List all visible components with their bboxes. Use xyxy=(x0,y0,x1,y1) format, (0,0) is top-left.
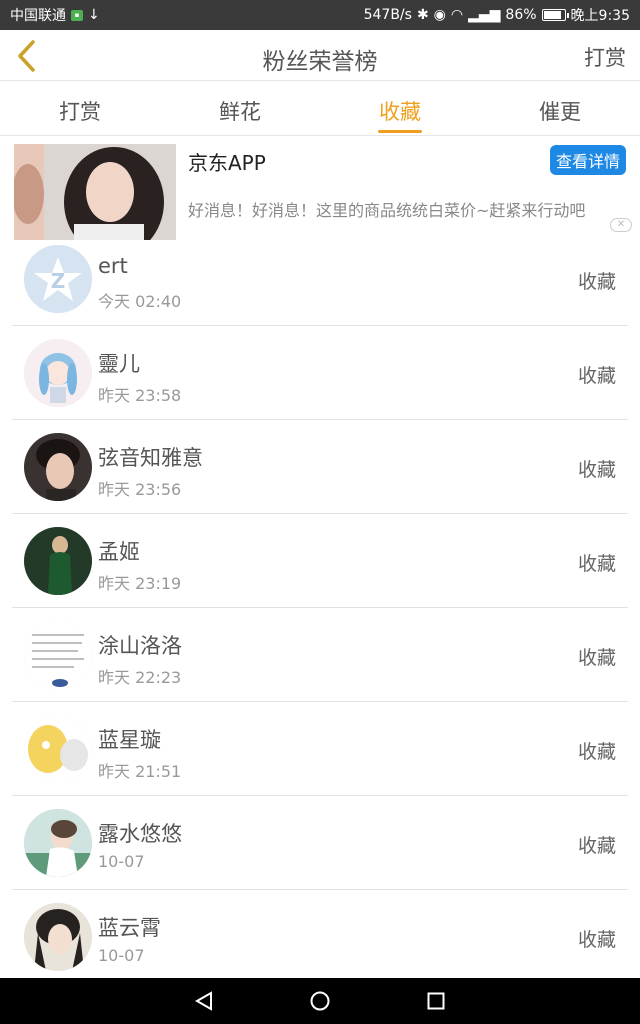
avatar xyxy=(24,527,92,595)
nav-back-button[interactable] xyxy=(191,988,217,1014)
download-icon: ↓ xyxy=(88,7,100,23)
triangle-back-icon xyxy=(194,991,212,1011)
sim-icon: ▪ xyxy=(71,9,83,21)
avatar xyxy=(24,339,92,407)
ad-title: 京东APP xyxy=(188,151,266,175)
fan-action: 收藏 xyxy=(577,741,616,763)
avatar xyxy=(24,809,92,877)
fan-time: 昨天 21:51 xyxy=(98,762,182,781)
ad-description: 好消息！好消息！这里的商品统统白菜价~赶紧来行动吧 xyxy=(188,201,586,220)
fan-action: 收藏 xyxy=(577,835,616,857)
fan-action: 收藏 xyxy=(577,365,616,387)
avatar xyxy=(24,903,92,971)
ad-image xyxy=(14,144,176,240)
avatar: Z xyxy=(24,245,92,313)
fan-time: 10-07 xyxy=(98,946,145,965)
avatar xyxy=(24,715,92,783)
list-item[interactable]: 蓝云霄 10-07 收藏 xyxy=(12,890,628,984)
app-header: 粉丝荣誉榜 打赏 xyxy=(0,30,640,81)
fan-name: 涂山洛洛 xyxy=(98,634,182,658)
tab-label: 鲜花 xyxy=(219,100,261,124)
fan-name: 蓝云霄 xyxy=(98,916,161,940)
eye-icon: ◉ xyxy=(433,7,446,23)
fan-list: Z ert 今天 02:40 收藏 靈儿 昨天 23:58 收藏 弦音知雅意 昨… xyxy=(0,232,640,984)
tab-favorites[interactable]: 收藏 xyxy=(320,82,480,135)
fan-name: 蓝星璇 xyxy=(98,728,161,752)
bluetooth-icon: ✱ xyxy=(416,7,429,23)
status-bar: 中国联通 ▪ ↓ 547B/s ✱ ◉ ◠ ▂▄▆ 86% 晚上9:35 xyxy=(0,0,640,30)
active-tab-indicator xyxy=(378,130,422,133)
tab-urge-update[interactable]: 催更 xyxy=(480,82,640,135)
fan-action: 收藏 xyxy=(577,647,616,669)
square-recents-icon xyxy=(427,992,445,1010)
tab-label: 收藏 xyxy=(379,100,421,124)
ad-close-icon[interactable]: ✕ xyxy=(610,218,632,232)
tab-bar: 打赏 鲜花 收藏 催更 xyxy=(0,82,640,136)
fan-name: 靈儿 xyxy=(98,352,140,376)
svg-text:Z: Z xyxy=(51,269,66,293)
list-item[interactable]: 蓝星璇 昨天 21:51 收藏 xyxy=(12,702,628,796)
nav-home-button[interactable] xyxy=(307,988,333,1014)
fan-name: ert xyxy=(98,254,128,278)
ad-banner[interactable]: 京东APP 查看详情 好消息！好消息！这里的商品统统白菜价~赶紧来行动吧 ✕ xyxy=(0,142,640,240)
battery-icon xyxy=(541,9,569,21)
tab-label: 催更 xyxy=(539,100,581,124)
page-title: 粉丝荣誉榜 xyxy=(262,49,378,75)
list-item[interactable]: 露水悠悠 10-07 收藏 xyxy=(12,796,628,890)
fan-time: 今天 02:40 xyxy=(98,292,182,311)
ad-details-button[interactable]: 查看详情 xyxy=(549,145,626,175)
list-item[interactable]: 靈儿 昨天 23:58 收藏 xyxy=(12,326,628,420)
fan-time: 昨天 23:58 xyxy=(98,386,182,405)
list-item[interactable]: Z ert 今天 02:40 收藏 xyxy=(12,232,628,326)
fan-time: 昨天 23:19 xyxy=(98,574,182,593)
tab-label: 打赏 xyxy=(59,100,101,124)
tab-flowers[interactable]: 鲜花 xyxy=(160,82,320,135)
carrier-label: 中国联通 xyxy=(10,8,66,24)
fan-action: 收藏 xyxy=(577,929,616,951)
fan-time: 昨天 23:56 xyxy=(98,480,182,499)
fan-name: 露水悠悠 xyxy=(98,822,182,846)
fan-action: 收藏 xyxy=(577,271,616,293)
list-item[interactable]: 弦音知雅意 昨天 23:56 收藏 xyxy=(12,420,628,514)
list-item[interactable]: 涂山洛洛 昨天 22:23 收藏 xyxy=(12,608,628,702)
fan-name: 孟姬 xyxy=(98,540,140,564)
fan-action: 收藏 xyxy=(577,553,616,575)
fan-time: 昨天 22:23 xyxy=(98,668,182,687)
tab-reward[interactable]: 打赏 xyxy=(0,82,160,135)
fan-action: 收藏 xyxy=(577,459,616,481)
network-speed: 547B/s xyxy=(363,7,412,23)
avatar xyxy=(24,433,92,501)
avatar xyxy=(24,621,92,689)
circle-home-icon xyxy=(310,991,330,1011)
clock: 晚上9:35 xyxy=(570,8,630,24)
list-item[interactable]: 孟姬 昨天 23:19 收藏 xyxy=(12,514,628,608)
nav-recents-button[interactable] xyxy=(423,988,449,1014)
wifi-icon: ◠ xyxy=(450,7,464,23)
fan-time: 10-07 xyxy=(98,852,145,871)
signal-icon: ▂▄▆ xyxy=(468,7,501,23)
reward-button[interactable]: 打赏 xyxy=(584,42,626,72)
fan-name: 弦音知雅意 xyxy=(98,446,203,470)
system-nav-bar xyxy=(0,978,640,1024)
battery-percent: 86% xyxy=(505,7,537,23)
